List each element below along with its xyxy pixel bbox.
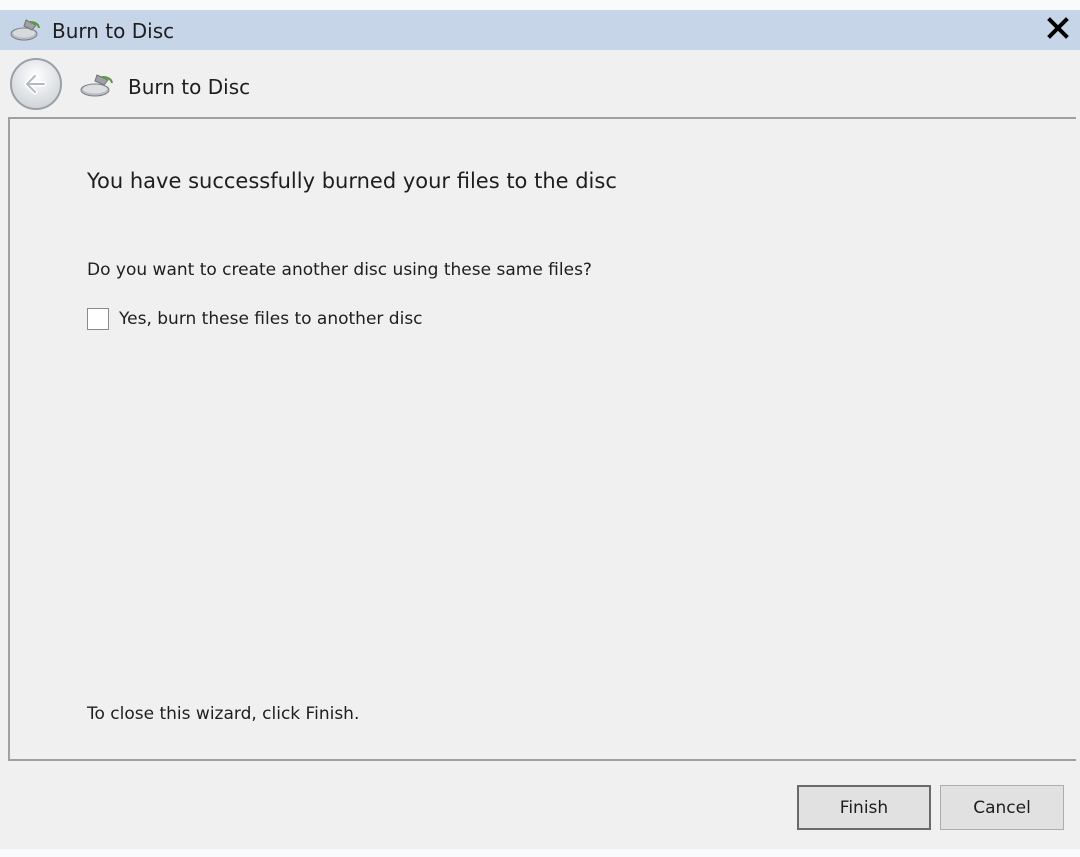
another-disc-question: Do you want to create another disc using… [87,260,592,280]
window-title: Burn to Disc [52,19,175,43]
disc-burner-icon [10,18,42,42]
cancel-button[interactable]: Cancel [940,785,1064,830]
title-bar: Burn to Disc [0,10,1080,50]
burn-to-disc-window: Burn to Disc Burn to Disc You have succe… [0,0,1080,857]
burn-another-disc-checkbox[interactable] [87,308,109,330]
finish-button[interactable]: Finish [797,785,931,830]
back-button[interactable] [8,56,64,112]
button-bar: Finish Cancel [0,761,1080,849]
close-icon [1046,16,1070,44]
wizard-content-panel: You have successfully burned your files … [8,117,1076,761]
top-strip [0,0,1080,10]
burn-another-disc-option[interactable]: Yes, burn these files to another disc [87,307,423,331]
bottom-strip [0,849,1080,857]
burn-another-disc-label[interactable]: Yes, burn these files to another disc [119,307,423,331]
disc-burner-icon [80,72,116,98]
close-instructions: To close this wizard, click Finish. [87,704,360,724]
close-button[interactable] [1040,12,1076,48]
back-arrow-icon [8,58,64,116]
success-heading: You have successfully burned your files … [87,169,617,193]
wizard-header: Burn to Disc [0,50,1080,117]
wizard-title: Burn to Disc [128,75,251,99]
